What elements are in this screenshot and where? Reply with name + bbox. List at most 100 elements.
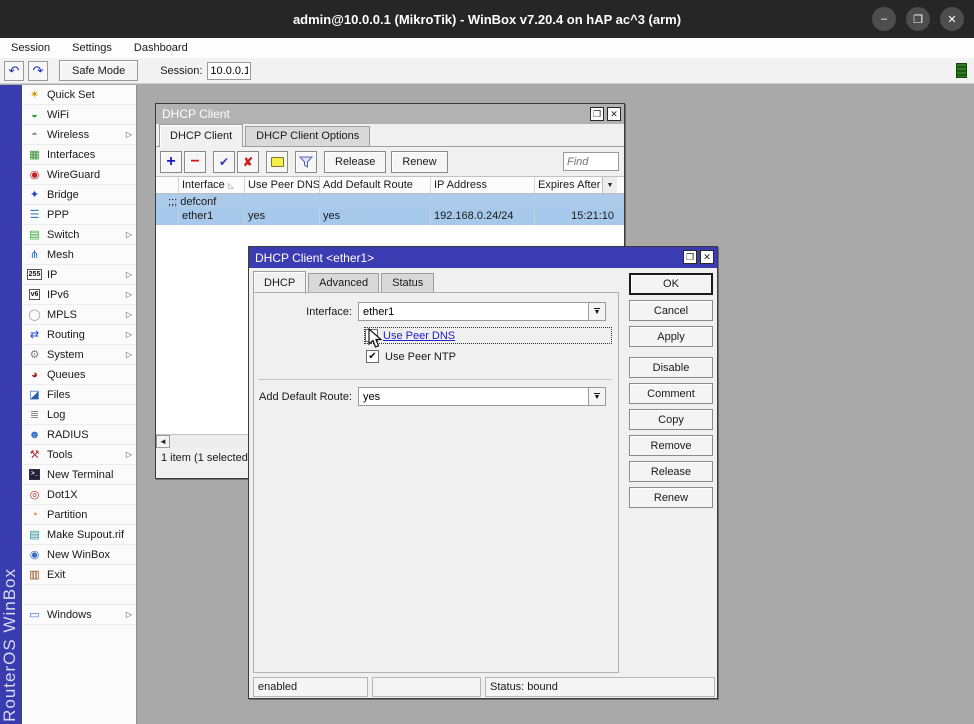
sidebar-item-tools[interactable]: ⚒Tools▷ bbox=[22, 445, 136, 465]
sidebar-item-label: Files bbox=[47, 389, 70, 401]
sidebar-item-ip[interactable]: 255IP▷ bbox=[22, 265, 136, 285]
windows-icon: ▭ bbox=[27, 608, 42, 622]
release-button[interactable]: Release bbox=[324, 151, 386, 173]
add-default-route-input[interactable] bbox=[358, 387, 589, 406]
use-peer-ntp-label[interactable]: Use Peer NTP bbox=[385, 351, 456, 363]
add-button[interactable]: + bbox=[160, 151, 182, 173]
sidebar-item-radius[interactable]: ☻RADIUS bbox=[22, 425, 136, 445]
cell-use-peer-dns: yes bbox=[245, 209, 320, 225]
column-header-interface[interactable]: Interface ◺ bbox=[179, 177, 245, 193]
column-header-add-default-route[interactable]: Add Default Route bbox=[320, 177, 431, 193]
dialog-titlebar[interactable]: DHCP Client <ether1> ❐ ✕ bbox=[249, 247, 717, 268]
interface-input[interactable] bbox=[358, 302, 589, 321]
tab-dhcp-client[interactable]: DHCP Client bbox=[159, 124, 243, 147]
sidebar-item-bridge[interactable]: ✦Bridge bbox=[22, 185, 136, 205]
find-input[interactable] bbox=[563, 152, 619, 171]
sidebar-item-quick-set[interactable]: ✶Quick Set bbox=[22, 85, 136, 105]
sidebar-item-mpls[interactable]: ◯MPLS▷ bbox=[22, 305, 136, 325]
remove-button[interactable]: Remove bbox=[629, 435, 713, 456]
column-header-use-peer-dns[interactable]: Use Peer DNS bbox=[245, 177, 320, 193]
column-select-button[interactable]: ▼ bbox=[602, 177, 617, 193]
disable-button[interactable]: Disable bbox=[629, 357, 713, 378]
sidebar-item-wifi[interactable]: ◒WiFi bbox=[22, 105, 136, 125]
cell-ip-address: 192.168.0.24/24 bbox=[431, 209, 535, 225]
sidebar-item-make-supout[interactable]: ▤Make Supout.rif bbox=[22, 525, 136, 545]
disable-button[interactable]: ✘ bbox=[237, 151, 259, 173]
redo-button[interactable]: ↷ bbox=[28, 61, 48, 81]
log-icon: ≣ bbox=[27, 408, 42, 422]
sidebar-item-new-winbox[interactable]: ◉New WinBox bbox=[22, 545, 136, 565]
column-header-expires-after[interactable]: Expires After bbox=[535, 177, 602, 193]
submenu-arrow-icon: ▷ bbox=[126, 270, 132, 279]
sidebar-item-label: Queues bbox=[47, 369, 86, 381]
release-button[interactable]: Release bbox=[629, 461, 713, 482]
tab-status[interactable]: Status bbox=[381, 273, 434, 293]
sidebar-item-wireguard[interactable]: ◉WireGuard bbox=[22, 165, 136, 185]
table-row[interactable]: ether1 yes yes 192.168.0.24/24 15:21:10 bbox=[156, 209, 624, 225]
renew-button[interactable]: Renew bbox=[391, 151, 447, 173]
sidebar-item-queues[interactable]: ◕Queues bbox=[22, 365, 136, 385]
sidebar-item-mesh[interactable]: ⋔Mesh bbox=[22, 245, 136, 265]
winbox-icon: ◉ bbox=[27, 548, 42, 562]
minimize-icon[interactable]: – bbox=[872, 7, 896, 31]
table-row-comment[interactable]: ;;; defconf bbox=[156, 194, 624, 209]
undo-button[interactable]: ↶ bbox=[4, 61, 24, 81]
column-header-ip-address[interactable]: IP Address bbox=[431, 177, 535, 193]
sidebar-item-ppp[interactable]: ☰PPP bbox=[22, 205, 136, 225]
maximize-icon[interactable]: ❐ bbox=[590, 107, 604, 121]
add-default-route-dropdown-button[interactable]: ▼ bbox=[589, 387, 606, 406]
close-icon[interactable]: ✕ bbox=[700, 250, 714, 264]
use-peer-ntp-checkbox[interactable]: ✔ bbox=[366, 350, 379, 363]
apply-button[interactable]: Apply bbox=[629, 326, 713, 347]
close-icon[interactable]: ✕ bbox=[940, 7, 964, 31]
menu-session[interactable]: Session bbox=[0, 38, 61, 58]
interface-field-row: Interface: ▼ bbox=[254, 302, 606, 321]
sidebar-item-new-terminal[interactable]: >_New Terminal bbox=[22, 465, 136, 485]
safe-mode-button[interactable]: Safe Mode bbox=[59, 60, 138, 81]
sidebar-item-dot1x[interactable]: ◎Dot1X bbox=[22, 485, 136, 505]
interface-dropdown-button[interactable]: ▼ bbox=[589, 302, 606, 321]
session-input[interactable] bbox=[207, 62, 251, 80]
use-peer-dns-label[interactable]: Use Peer DNS bbox=[383, 330, 455, 342]
tab-advanced[interactable]: Advanced bbox=[308, 273, 379, 293]
brand-text: RouterOS WinBox bbox=[0, 568, 22, 722]
menu-settings[interactable]: Settings bbox=[61, 38, 123, 58]
sidebar-item-switch[interactable]: ▤Switch▷ bbox=[22, 225, 136, 245]
copy-button[interactable]: Copy bbox=[629, 409, 713, 430]
sidebar-item-interfaces[interactable]: ▦Interfaces bbox=[22, 145, 136, 165]
routing-icon: ⇄ bbox=[27, 328, 42, 342]
remove-icon: − bbox=[190, 153, 199, 171]
comment-button[interactable] bbox=[266, 151, 288, 173]
sidebar-item-partition[interactable]: ◔Partition bbox=[22, 505, 136, 525]
submenu-arrow-icon: ▷ bbox=[126, 130, 132, 139]
sidebar-item-windows[interactable]: ▭Windows▷ bbox=[22, 605, 136, 625]
sidebar-item-log[interactable]: ≣Log bbox=[22, 405, 136, 425]
enable-button[interactable]: ✔ bbox=[213, 151, 235, 173]
filter-button[interactable] bbox=[295, 151, 317, 173]
session-label: Session: bbox=[160, 65, 202, 77]
sidebar-item-system[interactable]: ⚙System▷ bbox=[22, 345, 136, 365]
sidebar-item-ipv6[interactable]: v6IPv6▷ bbox=[22, 285, 136, 305]
sidebar-item-routing[interactable]: ⇄Routing▷ bbox=[22, 325, 136, 345]
remove-button[interactable]: − bbox=[184, 151, 206, 173]
comment-button[interactable]: Comment bbox=[629, 383, 713, 404]
sidebar-item-wireless[interactable]: ◓ Wireless ▷ bbox=[22, 125, 136, 145]
close-icon[interactable]: ✕ bbox=[607, 107, 621, 121]
sidebar-item-label: Quick Set bbox=[47, 89, 95, 101]
sidebar-item-exit[interactable]: ▥Exit bbox=[22, 565, 136, 585]
cancel-button[interactable]: Cancel bbox=[629, 300, 713, 321]
maximize-icon[interactable]: ❐ bbox=[683, 250, 697, 264]
scroll-left-icon[interactable]: ◄ bbox=[156, 435, 170, 448]
sidebar-item-files[interactable]: ◪Files bbox=[22, 385, 136, 405]
renew-button[interactable]: Renew bbox=[629, 487, 713, 508]
sidebar-item-label: Wireless bbox=[47, 129, 89, 141]
ok-button[interactable]: OK bbox=[629, 273, 713, 295]
comment-icon bbox=[271, 157, 284, 167]
dhcp-client-window-titlebar[interactable]: DHCP Client ❐ ✕ bbox=[156, 104, 624, 124]
select-column-header[interactable] bbox=[156, 177, 179, 193]
tab-dhcp-client-options[interactable]: DHCP Client Options bbox=[245, 126, 370, 146]
tab-dhcp[interactable]: DHCP bbox=[253, 271, 306, 294]
wireless-icon: ◓ bbox=[27, 128, 42, 142]
menu-dashboard[interactable]: Dashboard bbox=[123, 38, 199, 58]
maximize-icon[interactable]: ❐ bbox=[906, 7, 930, 31]
